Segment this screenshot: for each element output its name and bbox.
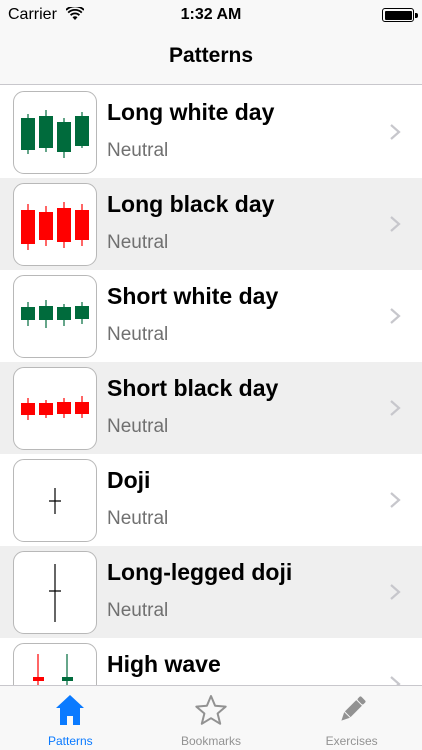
- home-icon: [56, 695, 85, 725]
- tab-label: Bookmarks: [180, 734, 241, 748]
- item-subtitle: Neutral: [107, 324, 169, 345]
- item-title: Long white day: [107, 99, 275, 125]
- item-title: Short black day: [107, 375, 279, 401]
- chevron-right-icon: [390, 308, 401, 324]
- item-subtitle: Neutral: [107, 140, 169, 161]
- list-item[interactable]: Long black day Neutral: [0, 178, 422, 270]
- long-white-day-pattern-icon: [13, 91, 97, 174]
- list-item[interactable]: Short white day Neutral: [0, 270, 422, 362]
- chevron-right-icon: [390, 584, 401, 600]
- tab-label: Exercises: [325, 734, 378, 748]
- item-title: High wave: [107, 651, 221, 677]
- tab-exercises[interactable]: Exercises: [281, 686, 422, 750]
- doji-pattern-icon: [13, 459, 97, 542]
- chevron-right-icon: [390, 124, 401, 140]
- tab-bookmarks[interactable]: Bookmarks: [141, 686, 282, 750]
- tab-bar: Patterns Bookmarks Exercises: [0, 685, 422, 750]
- chevron-right-icon: [390, 400, 401, 416]
- item-subtitle: Neutral: [107, 600, 169, 621]
- chevron-right-icon: [390, 676, 401, 685]
- item-subtitle: Neutral: [107, 508, 169, 529]
- status-time: 1:32 AM: [180, 6, 242, 23]
- star-icon: [195, 695, 227, 725]
- pencil-icon: [341, 696, 366, 721]
- list-item[interactable]: Long-legged doji Neutral: [0, 546, 422, 638]
- list-item[interactable]: Short black day Neutral: [0, 362, 422, 454]
- high-wave-pattern-icon: [13, 643, 97, 685]
- item-title: Long-legged doji: [107, 559, 293, 585]
- page-title: Patterns: [168, 44, 254, 67]
- item-subtitle: Neutral: [107, 232, 169, 253]
- tab-patterns[interactable]: Patterns: [0, 686, 141, 750]
- item-title: Short white day: [107, 283, 279, 309]
- patterns-list[interactable]: Long white day Neutral Long black day Ne…: [0, 86, 422, 685]
- list-item[interactable]: Doji Neutral: [0, 454, 422, 546]
- list-item[interactable]: Long white day Neutral: [0, 86, 422, 178]
- battery-icon: [382, 8, 418, 22]
- long-black-day-pattern-icon: [13, 183, 97, 266]
- tab-label: Patterns: [47, 734, 93, 748]
- chevron-right-icon: [390, 492, 401, 508]
- item-subtitle: Neutral: [107, 416, 169, 437]
- chevron-right-icon: [390, 216, 401, 232]
- item-title: Long black day: [107, 191, 275, 217]
- status-bar: Carrier 1:32 AM: [0, 0, 422, 30]
- short-black-day-pattern-icon: [13, 367, 97, 450]
- navigation-bar: Patterns: [0, 30, 422, 85]
- list-item[interactable]: High wave: [0, 638, 422, 685]
- item-title: Doji: [107, 467, 151, 493]
- short-white-day-pattern-icon: [13, 275, 97, 358]
- long-legged-doji-pattern-icon: [13, 551, 97, 634]
